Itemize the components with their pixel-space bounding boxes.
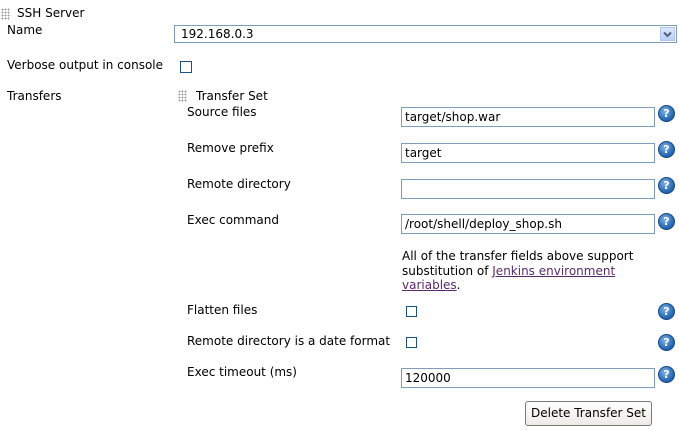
help-icon[interactable]: ? bbox=[658, 141, 675, 158]
exec-timeout-label: Exec timeout (ms) bbox=[187, 365, 297, 379]
source-files-label: Source files bbox=[187, 105, 257, 119]
transfer-set-label: Transfer Set bbox=[196, 89, 268, 103]
transfers-label: Transfers bbox=[7, 89, 62, 103]
help-icon[interactable]: ? bbox=[658, 105, 675, 122]
help-icon[interactable]: ? bbox=[658, 177, 675, 194]
verbose-output-label: Verbose output in console bbox=[7, 58, 164, 72]
help-icon[interactable]: ? bbox=[658, 366, 675, 383]
name-select-value: 192.168.0.3 bbox=[181, 27, 254, 41]
drag-handle-icon[interactable] bbox=[178, 90, 187, 102]
remote-directory-label: Remote directory bbox=[187, 177, 291, 191]
exec-command-label: Exec command bbox=[187, 213, 280, 227]
remote-directory-input[interactable] bbox=[401, 179, 655, 199]
chevron-down-icon[interactable] bbox=[660, 27, 675, 41]
name-label: Name bbox=[7, 23, 43, 37]
flatten-files-label: Flatten files bbox=[187, 303, 258, 317]
date-format-checkbox[interactable] bbox=[406, 337, 417, 348]
source-files-input[interactable]: target/shop.war bbox=[401, 107, 655, 127]
env-variables-note: All of the transfer fields above support… bbox=[402, 249, 652, 293]
exec-command-input[interactable]: /root/shell/deploy_shop.sh bbox=[401, 214, 655, 234]
flatten-files-checkbox[interactable] bbox=[406, 306, 417, 317]
ssh-server-section-label: SSH Server bbox=[17, 6, 85, 20]
help-icon[interactable]: ? bbox=[658, 334, 675, 351]
remove-prefix-label: Remove prefix bbox=[187, 141, 274, 155]
exec-timeout-input[interactable]: 120000 bbox=[401, 368, 655, 388]
delete-transfer-set-button[interactable]: Delete Transfer Set bbox=[525, 401, 652, 426]
remove-prefix-input[interactable]: target bbox=[401, 143, 655, 163]
date-format-label: Remote directory is a date format bbox=[187, 334, 391, 348]
help-icon[interactable]: ? bbox=[658, 213, 675, 230]
drag-handle-icon[interactable] bbox=[1, 8, 10, 20]
verbose-output-checkbox[interactable] bbox=[180, 61, 192, 73]
help-icon[interactable]: ? bbox=[658, 303, 675, 320]
name-select[interactable]: 192.168.0.3 bbox=[174, 25, 677, 43]
note-text-end: . bbox=[456, 278, 461, 292]
